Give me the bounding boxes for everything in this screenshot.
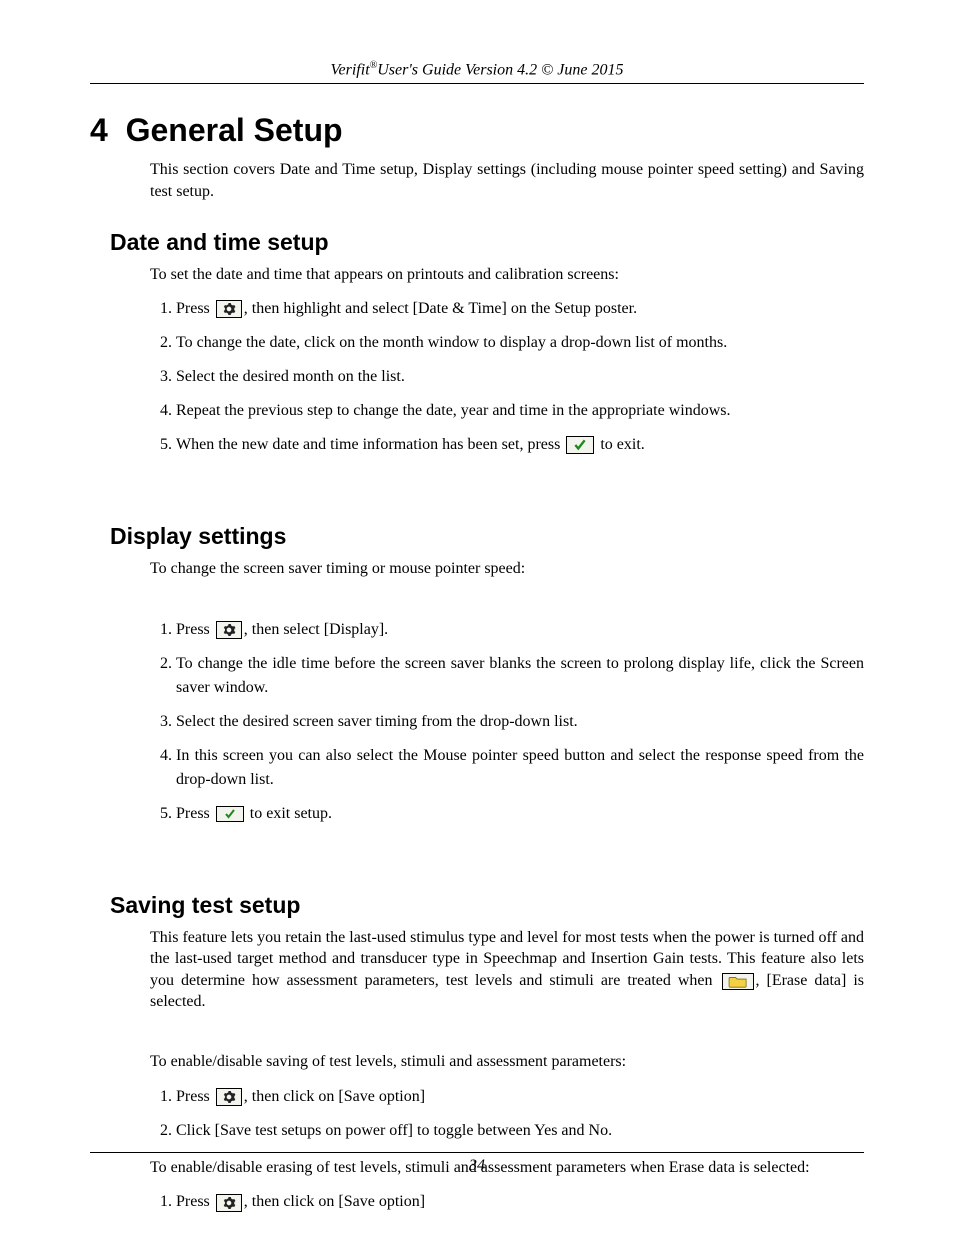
section-display-intro: To change the screen saver timing or mou… <box>150 558 864 580</box>
page-header: Verifit®User's Guide Version 4.2 © June … <box>90 60 864 84</box>
display-step-2: To change the idle time before the scree… <box>176 652 864 700</box>
display-step-4: In this screen you can also select the M… <box>176 744 864 792</box>
step-text: , then click on [Save option] <box>244 1088 425 1105</box>
saving-step1-2: Click [Save test setups on power off] to… <box>176 1119 864 1143</box>
step-text: to exit. <box>596 436 644 453</box>
header-suffix: User's Guide Version 4.2 © June 2015 <box>377 61 623 78</box>
gear-icon <box>216 621 242 639</box>
saving-intro: This feature lets you retain the last-us… <box>150 927 864 1013</box>
chapter-number: 4 <box>90 112 108 148</box>
step-text: Press <box>176 805 214 822</box>
step-text: Press <box>176 1088 214 1105</box>
datetime-step-2: To change the date, click on the month w… <box>176 331 864 355</box>
step-text: , then select [Display]. <box>244 621 388 638</box>
gear-icon <box>216 1194 242 1212</box>
chapter-intro: This section covers Date and Time setup,… <box>150 159 864 202</box>
saving-steps2: Press , then click on [Save option] <box>150 1190 864 1214</box>
page: Verifit®User's Guide Version 4.2 © June … <box>0 0 954 1235</box>
chapter-name: General Setup <box>126 112 343 148</box>
section-display-title: Display settings <box>110 523 864 550</box>
gear-icon <box>216 300 242 318</box>
display-step-3: Select the desired screen saver timing f… <box>176 710 864 734</box>
saving-steps1: Press , then click on [Save option] Clic… <box>150 1085 864 1143</box>
step-text: , then highlight and select [Date & Time… <box>244 300 637 317</box>
section-saving-title: Saving test setup <box>110 892 864 919</box>
step-text: Press <box>176 300 214 317</box>
datetime-step-3: Select the desired month on the list. <box>176 365 864 389</box>
display-step-5: Press to exit setup. <box>176 802 864 826</box>
step-text: , then click on [Save option] <box>244 1193 425 1210</box>
step-text: to exit setup. <box>246 805 332 822</box>
header-prefix: Verifit <box>331 61 370 78</box>
step-text: Press <box>176 1193 214 1210</box>
checkmark-icon <box>216 806 244 822</box>
saving-para2: To enable/disable saving of test levels,… <box>150 1051 864 1073</box>
datetime-step-1: Press , then highlight and select [Date … <box>176 297 864 321</box>
display-step-1: Press , then select [Display]. <box>176 618 864 642</box>
page-number: 34 <box>469 1157 485 1174</box>
datetime-step-4: Repeat the previous step to change the d… <box>176 399 864 423</box>
step-text: Press <box>176 621 214 638</box>
datetime-steps: Press , then highlight and select [Date … <box>150 297 864 457</box>
checkmark-icon <box>566 436 594 454</box>
page-footer: 34 <box>90 1152 864 1175</box>
section-datetime-intro: To set the date and time that appears on… <box>150 264 864 286</box>
folder-icon <box>722 973 754 990</box>
chapter-title: 4 General Setup <box>90 112 864 149</box>
step-text: When the new date and time information h… <box>176 436 564 453</box>
saving-step1-1: Press , then click on [Save option] <box>176 1085 864 1109</box>
gear-icon <box>216 1088 242 1106</box>
section-datetime-title: Date and time setup <box>110 229 864 256</box>
datetime-step-5: When the new date and time information h… <box>176 433 864 457</box>
saving-step2-1: Press , then click on [Save option] <box>176 1190 864 1214</box>
display-steps: Press , then select [Display]. To change… <box>150 618 864 826</box>
